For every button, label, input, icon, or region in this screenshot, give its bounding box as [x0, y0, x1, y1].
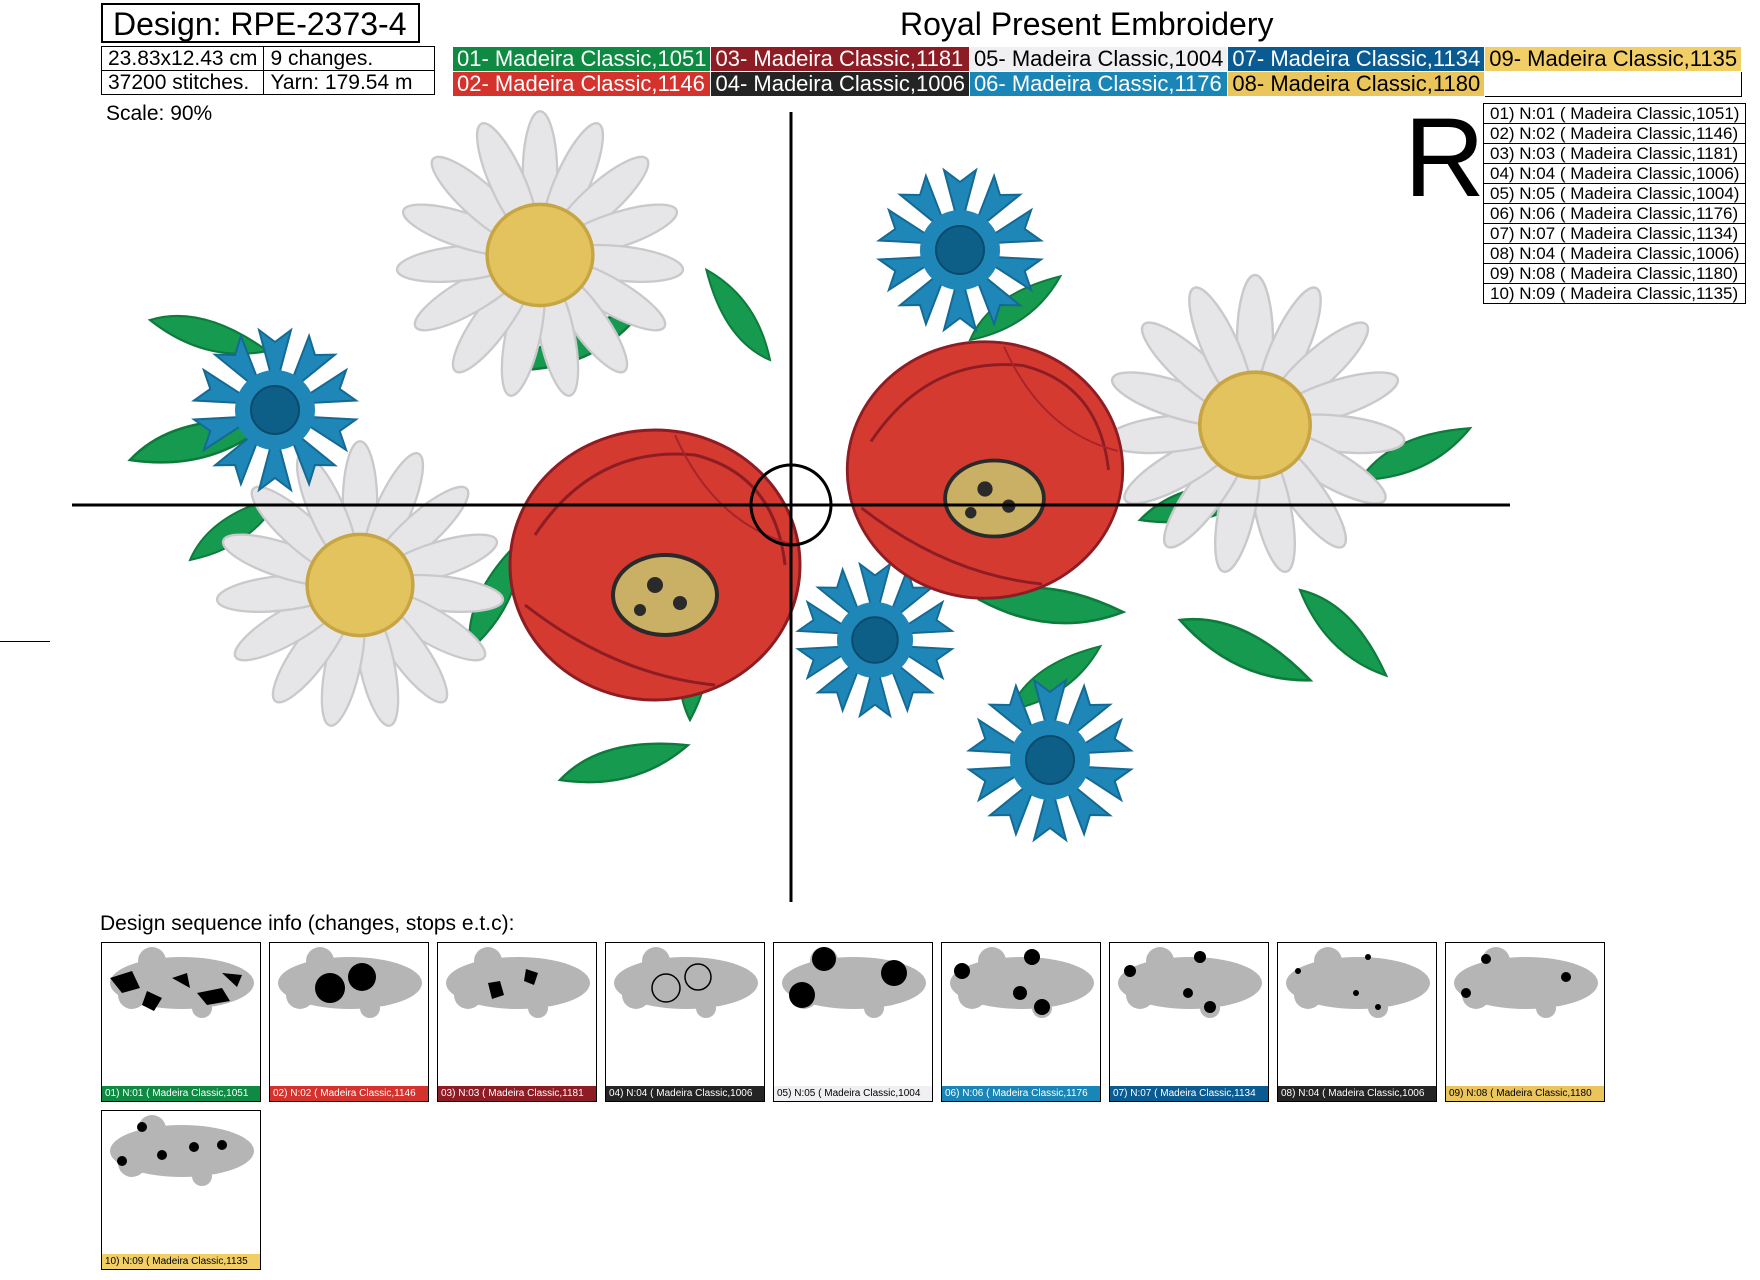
cornflower-left: [192, 329, 358, 491]
thumbnail-design-silhouette: [110, 1115, 254, 1186]
sequence-thumbnail-04: 04) N:04 ( Madeira Classic,1006: [605, 942, 765, 1102]
sequence-thumbnail-02: 02) N:02 ( Madeira Classic,1146: [269, 942, 429, 1102]
embroidery-preview: [72, 109, 1510, 902]
thumbnail-caption: 06) N:06 ( Madeira Classic,1176: [942, 1086, 1100, 1101]
thumbnail-design-silhouette: [614, 947, 758, 1018]
sequence-thumbnail-03: 03) N:03 ( Madeira Classic,1181: [437, 942, 597, 1102]
thumbnail-caption: 04) N:04 ( Madeira Classic,1006: [606, 1086, 764, 1101]
thumbnail-caption: 10) N:09 ( Madeira Classic,1135: [102, 1254, 260, 1269]
thumbnail-design-silhouette: [1118, 947, 1262, 1018]
poppy-right: [845, 339, 1125, 601]
poppy-left: [508, 428, 802, 702]
sequence-title: Design sequence info (changes, stops e.t…: [100, 912, 515, 935]
thumbnail-design-silhouette: [278, 947, 422, 1018]
sequence-thumbnail-01: 01) N:01 ( Madeira Classic,1051: [101, 942, 261, 1102]
thumbnail-design-silhouette: [110, 947, 254, 1018]
sequence-thumbnail-10: 10) N:09 ( Madeira Classic,1135: [101, 1110, 261, 1270]
sequence-thumbnail-06: 06) N:06 ( Madeira Classic,1176: [941, 942, 1101, 1102]
cornflower-top: [877, 169, 1043, 331]
thumbnail-design-silhouette: [782, 947, 926, 1018]
thumbnail-caption: 05) N:05 ( Madeira Classic,1004: [774, 1086, 932, 1101]
sequence-thumbnail-07: 07) N:07 ( Madeira Classic,1134: [1109, 942, 1269, 1102]
sequence-thumbnail-09: 09) N:08 ( Madeira Classic,1180: [1445, 942, 1605, 1102]
thumbnail-caption: 09) N:08 ( Madeira Classic,1180: [1446, 1086, 1604, 1101]
thumbnail-caption: 03) N:03 ( Madeira Classic,1181: [438, 1086, 596, 1101]
thumbnail-design-silhouette: [950, 947, 1094, 1018]
thumbnail-design-silhouette: [446, 947, 590, 1018]
thumbnail-design-silhouette: [1286, 947, 1430, 1018]
thumbnail-caption: 02) N:02 ( Madeira Classic,1146: [270, 1086, 428, 1101]
thumbnail-caption: 07) N:07 ( Madeira Classic,1134: [1110, 1086, 1268, 1101]
daisy-bottom-left: [213, 439, 507, 731]
sequence-thumbnail-05: 05) N:05 ( Madeira Classic,1004: [773, 942, 933, 1102]
daisy-right: [1102, 273, 1408, 578]
thumbnail-caption: 08) N:04 ( Madeira Classic,1006: [1278, 1086, 1436, 1101]
thumbnail-design-silhouette: [1454, 947, 1598, 1018]
sequence-thumbnail-08: 08) N:04 ( Madeira Classic,1006: [1277, 942, 1437, 1102]
cornflower-bottom: [967, 679, 1133, 841]
thumbnail-caption: 01) N:01 ( Madeira Classic,1051: [102, 1086, 260, 1101]
